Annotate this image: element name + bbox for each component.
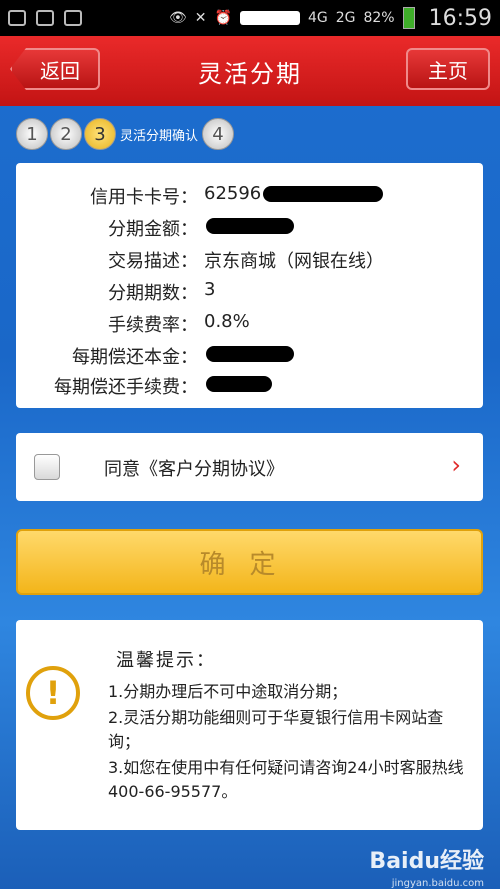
battery-icon — [402, 7, 415, 29]
eye-icon: 👁 — [168, 10, 187, 26]
card-number-value: 62596 — [204, 183, 384, 215]
status-bar: 👁 ✕ ⏰ 4G 2G 82% 16:59 — [0, 0, 500, 36]
back-button[interactable]: 返回 — [10, 48, 100, 90]
installment-details-card: 信用卡卡号： 62596 分期金额： 交易描述： 京东商城（网银在线） 分期期数… — [16, 163, 483, 408]
principal-label: 每期偿还本金： — [72, 347, 198, 368]
alarm-icon: ⏰ — [214, 10, 232, 26]
baidu-watermark: Baidu经验 — [369, 849, 484, 874]
warning-icon: ! — [26, 666, 80, 720]
step-3-active: 3 — [84, 118, 116, 150]
tip-line-3: 3.如您在使用中有任何疑问请咨询24小时客服热线400-66-95577。 — [108, 758, 464, 801]
agreement-checkbox[interactable] — [34, 454, 60, 480]
amount-label: 分期金额： — [108, 219, 198, 240]
redaction-mark — [206, 376, 272, 392]
fee-value — [204, 373, 272, 405]
periods-label: 分期期数： — [108, 283, 198, 304]
signal-4g: 4G — [307, 10, 328, 26]
image-notification-icon — [8, 10, 26, 26]
card-number-prefix: 62596 — [204, 183, 262, 204]
fee-label: 每期偿还手续费： — [54, 377, 198, 398]
description-row: 交易描述： 京东商城（网银在线） — [16, 247, 483, 279]
redaction-mark — [263, 186, 384, 202]
principal-value — [204, 343, 294, 375]
battery-percent: 82% — [363, 10, 395, 26]
tip-line-1: 1.分期办理后不可中途取消分期； — [108, 682, 348, 701]
amount-row: 分期金额： — [16, 215, 483, 247]
status-icons-right: 👁 ✕ ⏰ 4G 2G 82% 16:59 — [169, 6, 492, 31]
message-notification-icon — [36, 10, 54, 26]
tips-card: ! 温馨提示： 1.分期办理后不可中途取消分期； 2.灵活分期功能细则可于华夏银… — [16, 620, 483, 830]
periods-row: 分期期数： 3 — [16, 279, 483, 311]
chevron-right-icon[interactable]: › — [451, 451, 461, 479]
redaction-mark — [206, 346, 294, 362]
shield-notification-icon — [64, 10, 82, 26]
step-4: 4 — [202, 118, 235, 150]
active-step-label: 灵活分期确认 — [120, 128, 199, 144]
fee-rate-value: 0.8% — [204, 311, 250, 332]
signal-2g: 2G — [335, 10, 356, 26]
fee-row: 每期偿还手续费： — [16, 373, 483, 405]
principal-row: 每期偿还本金： — [16, 343, 483, 375]
agreement-row[interactable]: 同意《客户分期协议》 › — [16, 433, 483, 501]
fee-rate-label: 手续费率： — [108, 315, 198, 336]
confirm-button[interactable]: 确定 — [16, 529, 483, 595]
description-value: 京东商城（网银在线） — [204, 251, 384, 272]
tip-line-2: 2.灵活分期功能细则可于华夏银行信用卡网站查询； — [108, 708, 444, 751]
redaction-mark — [206, 218, 294, 234]
description-label: 交易描述： — [108, 251, 198, 272]
step-indicator: 1 2 3 灵活分期确认 4 — [16, 118, 236, 150]
step-1: 1 — [16, 118, 48, 150]
periods-value: 3 — [204, 279, 216, 300]
mute-icon: ✕ — [194, 10, 207, 26]
amount-value — [204, 215, 294, 247]
clock: 16:59 — [428, 5, 492, 31]
fee-rate-row: 手续费率： 0.8% — [16, 311, 483, 343]
page-title: 灵活分期 — [198, 59, 302, 88]
card-number-label: 信用卡卡号： — [90, 187, 198, 208]
step-2: 2 — [50, 118, 82, 150]
app-header: 返回 灵活分期 主页 — [0, 36, 500, 106]
home-button[interactable]: 主页 — [406, 48, 490, 90]
card-number-row: 信用卡卡号： 62596 — [16, 183, 483, 215]
watermark-url: jingyan.baidu.com — [391, 878, 484, 889]
status-pill — [239, 11, 300, 25]
agreement-text[interactable]: 同意《客户分期协议》 — [104, 455, 284, 481]
status-icons-left — [8, 10, 82, 26]
tips-title: 温馨提示： — [116, 650, 216, 671]
